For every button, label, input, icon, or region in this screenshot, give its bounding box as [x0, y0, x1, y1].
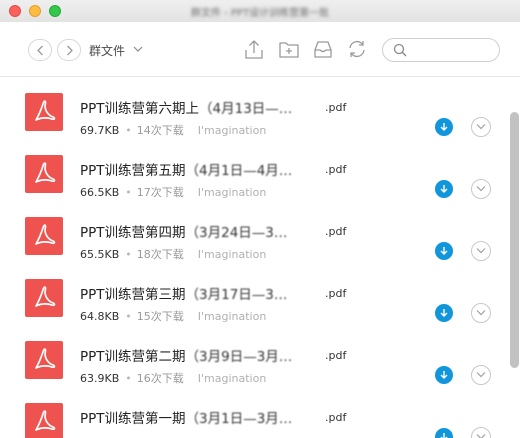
file-row[interactable]: PPT训练营第五期（4月1日—4月… .pdf 66.5KB • 17次下载 I'ma… — [0, 149, 510, 211]
group-files-window: 群文件 - PPT设计训练营第一批 群文件 PPT训练营第六期上（4月13日—…… — [0, 0, 520, 438]
forward-button[interactable] — [57, 39, 81, 61]
download-button[interactable] — [435, 366, 453, 384]
file-extension: .pdf — [325, 163, 347, 176]
download-button[interactable] — [435, 428, 453, 438]
chevron-left-icon — [37, 45, 43, 56]
refresh-icon[interactable] — [346, 38, 368, 60]
file-meta: 63.9KB • 16次下载 I'magination — [80, 372, 267, 385]
file-name: PPT训练营第六期上（4月13日—… — [80, 101, 293, 117]
pdf-file-icon — [25, 279, 63, 317]
download-arrow-icon — [440, 185, 448, 193]
download-count: 14次下载 — [136, 124, 184, 137]
download-arrow-icon — [440, 309, 448, 317]
file-extension: .pdf — [325, 349, 347, 362]
uploader-name: I'magination — [197, 124, 267, 137]
maximize-window-button[interactable] — [49, 5, 61, 17]
chevron-down-icon — [476, 310, 486, 316]
inbox-icon[interactable] — [312, 38, 334, 60]
file-meta: 69.7KB • 14次下载 I'magination — [80, 124, 267, 137]
more-options-button[interactable] — [471, 303, 491, 323]
file-meta: 64.8KB • 15次下载 I'magination — [80, 310, 267, 323]
file-row[interactable]: PPT训练营第二期（3月9日—3月… .pdf 63.9KB • 16次下载 I'ma… — [0, 335, 510, 397]
file-extension: .pdf — [325, 225, 347, 238]
download-button[interactable] — [435, 118, 453, 136]
download-count: 17次下载 — [136, 186, 184, 199]
download-arrow-icon — [440, 371, 448, 379]
file-size: 65.5KB — [80, 248, 120, 261]
file-extension: .pdf — [325, 411, 347, 424]
file-row[interactable]: PPT训练营第三期（3月17日—3… .pdf 64.8KB • 15次下载 I'ma… — [0, 273, 510, 335]
more-options-button[interactable] — [471, 241, 491, 261]
download-arrow-icon — [440, 247, 448, 255]
chevron-down-icon — [476, 248, 486, 254]
download-count: 16次下载 — [136, 372, 184, 385]
search-icon — [393, 43, 407, 57]
upload-icon[interactable] — [243, 38, 265, 60]
uploader-name: I'magination — [197, 248, 267, 261]
file-extension: .pdf — [325, 287, 347, 300]
new-folder-icon[interactable] — [278, 38, 300, 60]
back-button[interactable] — [28, 39, 52, 61]
title-bar: 群文件 - PPT设计训练营第一批 — [0, 0, 520, 22]
minimize-window-button[interactable] — [29, 5, 41, 17]
pdf-file-icon — [25, 341, 63, 379]
file-meta: 65.5KB • 18次下载 I'magination — [80, 248, 267, 261]
scrollbar-thumb[interactable] — [510, 112, 519, 368]
more-options-button[interactable] — [471, 427, 491, 438]
uploader-name: I'magination — [197, 186, 267, 199]
close-window-button[interactable] — [9, 5, 21, 17]
file-row[interactable]: PPT训练营第一期（3月1日—3月… .pdf — [0, 397, 510, 438]
file-name: PPT训练营第五期（4月1日—4月… — [80, 163, 293, 179]
chevron-down-icon — [476, 186, 486, 192]
file-size: 63.9KB — [80, 372, 120, 385]
file-name: PPT训练营第二期（3月9日—3月… — [80, 349, 293, 365]
pdf-file-icon — [25, 155, 63, 193]
chevron-down-icon — [476, 124, 486, 130]
file-meta: 66.5KB • 17次下载 I'magination — [80, 186, 267, 199]
uploader-name: I'magination — [197, 372, 267, 385]
window-title: 群文件 - PPT设计训练营第一批 — [190, 8, 330, 19]
file-row[interactable]: PPT训练营第四期（3月24日—3… .pdf 65.5KB • 18次下载 I'ma… — [0, 211, 510, 273]
folder-title[interactable]: 群文件 — [89, 42, 125, 59]
download-arrow-icon — [440, 433, 448, 438]
file-row[interactable]: PPT训练营第六期上（4月13日—… .pdf 69.7KB • 14次下载 I'ma… — [0, 87, 510, 149]
file-name: PPT训练营第四期（3月24日—3… — [80, 225, 288, 241]
download-arrow-icon — [440, 123, 448, 131]
chevron-down-icon — [476, 372, 486, 378]
pdf-file-icon — [25, 403, 63, 438]
chevron-down-icon[interactable] — [133, 46, 143, 53]
download-count: 18次下载 — [136, 248, 184, 261]
file-size: 66.5KB — [80, 186, 120, 199]
search-input[interactable] — [413, 42, 497, 60]
more-options-button[interactable] — [471, 365, 491, 385]
download-count: 15次下载 — [136, 310, 184, 323]
file-size: 64.8KB — [80, 310, 120, 323]
chevron-down-icon — [476, 434, 486, 438]
uploader-name: I'magination — [197, 310, 267, 323]
pdf-file-icon — [25, 217, 63, 255]
chevron-right-icon — [67, 45, 73, 56]
file-list: PPT训练营第六期上（4月13日—… .pdf 69.7KB • 14次下载 I'ma… — [0, 77, 510, 438]
pdf-file-icon — [25, 93, 63, 131]
file-extension: .pdf — [325, 101, 347, 114]
file-size: 69.7KB — [80, 124, 120, 137]
file-name: PPT训练营第三期（3月17日—3… — [80, 287, 288, 303]
search-box[interactable] — [382, 38, 500, 62]
download-button[interactable] — [435, 180, 453, 198]
more-options-button[interactable] — [471, 117, 491, 137]
toolbar: 群文件 — [0, 22, 520, 77]
file-name: PPT训练营第一期（3月1日—3月… — [80, 411, 293, 427]
download-button[interactable] — [435, 242, 453, 260]
more-options-button[interactable] — [471, 179, 491, 199]
download-button[interactable] — [435, 304, 453, 322]
